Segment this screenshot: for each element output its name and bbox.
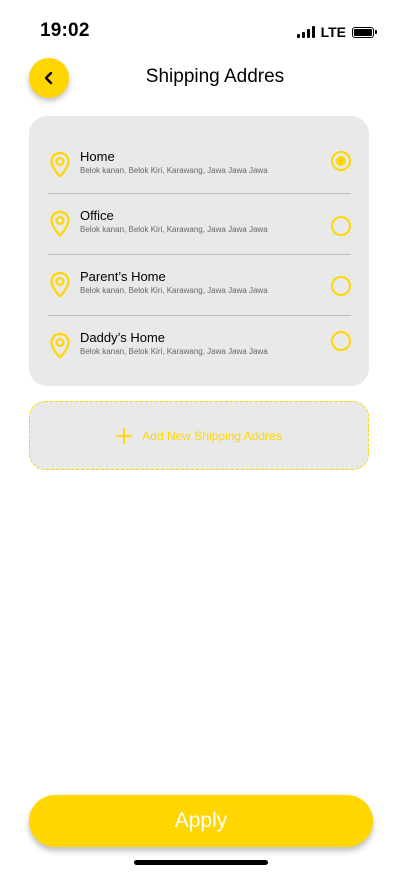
radio-unselected[interactable]: [331, 276, 351, 296]
add-address-label: Add New Shipping Addres: [142, 428, 282, 443]
status-indicators: LTE: [296, 24, 377, 40]
address-item-parents-home[interactable]: Parent’s Home Belok kanan, Belok Kiri, K…: [48, 269, 351, 309]
divider: [48, 315, 351, 316]
location-pin-icon: [50, 210, 70, 237]
radio-unselected[interactable]: [331, 216, 351, 236]
address-name: Daddy’s Home: [80, 330, 166, 345]
plus-icon: [116, 427, 133, 444]
status-bar: 19:02 LTE: [0, 0, 402, 54]
signal-bars-icon: [296, 26, 315, 38]
divider: [48, 193, 351, 194]
radio-dot: [336, 156, 346, 166]
address-list: Home Belok kanan, Belok Kiri, Karawang, …: [29, 116, 369, 386]
address-detail: Belok kanan, Belok Kiri, Karawang, Jawa …: [80, 225, 268, 234]
battery-full-icon: [352, 26, 377, 38]
location-pin-icon: [50, 151, 70, 178]
page-title: Shipping Addres: [145, 66, 285, 87]
home-indicator[interactable]: [134, 860, 268, 865]
add-address-button[interactable]: Add New Shipping Addres: [29, 401, 369, 470]
radio-selected[interactable]: [331, 151, 351, 171]
address-detail: Belok kanan, Belok Kiri, Karawang, Jawa …: [80, 286, 268, 295]
address-detail: Belok kanan, Belok Kiri, Karawang, Jawa …: [80, 347, 268, 356]
location-pin-icon: [50, 332, 70, 359]
apply-button[interactable]: Apply: [29, 795, 373, 847]
status-time: 19:02: [40, 20, 90, 41]
address-name: Office: [80, 208, 114, 223]
divider: [48, 254, 351, 255]
apply-label: Apply: [174, 809, 228, 832]
address-item-daddys-home[interactable]: Daddy’s Home Belok kanan, Belok Kiri, Ka…: [48, 330, 351, 370]
network-label: LTE: [320, 24, 346, 40]
radio-unselected[interactable]: [331, 331, 351, 351]
location-pin-icon: [50, 271, 70, 298]
address-name: Home: [80, 149, 115, 164]
address-detail: Belok kanan, Belok Kiri, Karawang, Jawa …: [80, 166, 268, 175]
address-item-office[interactable]: Office Belok kanan, Belok Kiri, Karawang…: [48, 208, 351, 248]
address-name: Parent’s Home: [80, 269, 166, 284]
address-item-home[interactable]: Home Belok kanan, Belok Kiri, Karawang, …: [48, 149, 351, 189]
